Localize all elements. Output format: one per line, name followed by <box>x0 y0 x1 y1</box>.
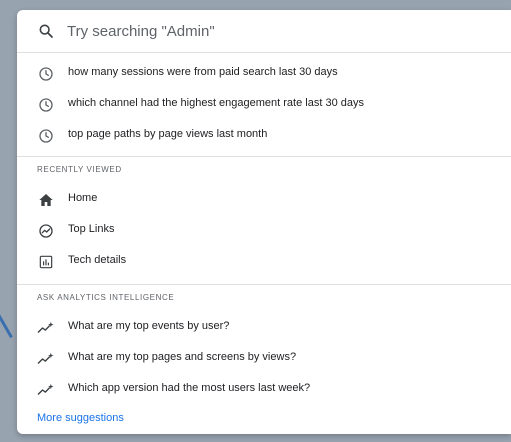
recent-query-label: which channel had the highest engagement… <box>68 97 364 109</box>
ai-suggestion-item[interactable]: What are my top pages and screens by vie… <box>17 343 511 374</box>
recently-viewed-label: Top Links <box>68 223 115 235</box>
search-bar <box>17 10 511 53</box>
recent-query-label: top page paths by page views last month <box>68 128 268 140</box>
recently-viewed-item-home[interactable]: Home <box>17 184 511 215</box>
recent-query-item[interactable]: which channel had the highest engagement… <box>17 89 511 120</box>
history-icon <box>37 127 55 145</box>
home-icon <box>37 191 55 209</box>
search-dropdown-panel: how many sessions were from paid search … <box>17 10 511 434</box>
section-divider <box>17 156 511 157</box>
sparkle-trend-icon <box>37 319 55 337</box>
history-icon <box>37 65 55 83</box>
analytics-intelligence-header: ASK ANALYTICS INTELLIGENCE <box>37 293 175 302</box>
more-suggestions-link[interactable]: More suggestions <box>37 412 124 424</box>
sparkle-trend-icon <box>37 350 55 368</box>
sparkle-trend-icon <box>37 381 55 399</box>
ai-suggestion-label: What are my top pages and screens by vie… <box>68 351 297 363</box>
recent-query-label: how many sessions were from paid search … <box>68 66 338 78</box>
ai-suggestion-label: Which app version had the most users las… <box>68 382 311 394</box>
recent-query-item[interactable]: top page paths by page views last month <box>17 120 511 151</box>
history-icon <box>37 96 55 114</box>
section-divider <box>17 284 511 285</box>
insights-icon <box>37 222 55 240</box>
recently-viewed-header: RECENTLY VIEWED <box>37 165 122 174</box>
recently-viewed-label: Home <box>68 192 98 204</box>
recently-viewed-item-top-links[interactable]: Top Links <box>17 215 511 246</box>
ai-suggestion-item[interactable]: What are my top events by user? <box>17 312 511 343</box>
search-icon[interactable] <box>38 23 54 39</box>
recently-viewed-item-tech-details[interactable]: Tech details <box>17 246 511 277</box>
ai-suggestion-item[interactable]: Which app version had the most users las… <box>17 374 511 405</box>
recent-query-item[interactable]: how many sessions were from paid search … <box>17 58 511 89</box>
ai-suggestion-label: What are my top events by user? <box>68 320 230 332</box>
recently-viewed-label: Tech details <box>68 254 127 266</box>
search-input[interactable] <box>67 20 487 42</box>
bar-chart-icon <box>37 253 55 271</box>
